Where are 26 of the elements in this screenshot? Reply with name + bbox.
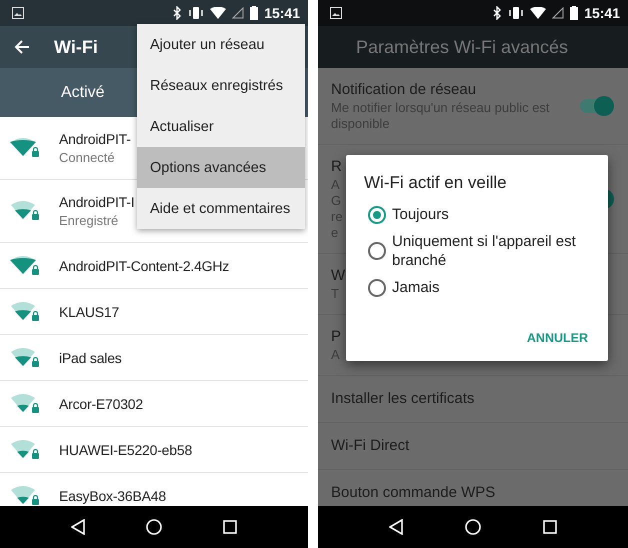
network-name: AndroidPIT-Content-2.4GHz <box>59 258 230 274</box>
setting-title: Installer les certificats <box>331 389 474 409</box>
network-name: HUAWEI-E5220-eb58 <box>59 442 192 458</box>
clock-time: 15:41 <box>584 5 620 21</box>
network-name: AndroidPIT- <box>59 131 131 147</box>
option-label: Uniquement si l'appareil est branché <box>392 232 577 270</box>
network-name: AndroidPIT-I <box>59 194 134 210</box>
network-status: Connecté <box>59 150 115 165</box>
option-label: Toujours <box>392 205 449 224</box>
option-label: Jamais <box>392 278 440 297</box>
setting-title: R <box>331 157 342 177</box>
dialog-title: Wi-Fi actif en veille <box>363 173 508 193</box>
network-name: KLAUS17 <box>59 304 120 320</box>
screen-title: Wi-Fi <box>54 36 98 58</box>
clock-time: 15:41 <box>264 5 300 21</box>
network-status: Enregistré <box>59 213 118 228</box>
setting-title: W <box>331 266 346 286</box>
screen-title: Paramètres Wi-Fi avancés <box>356 36 568 58</box>
switch-label: Activé <box>61 84 105 102</box>
setting-title: Bouton commande WPS <box>331 483 496 503</box>
setting-title: Notification de réseau <box>331 80 476 100</box>
setting-title: Wi-Fi Direct <box>331 436 410 456</box>
setting-title: P <box>331 327 342 347</box>
network-name: EasyBox-36BA48 <box>59 488 166 504</box>
network-name: iPad sales <box>59 350 122 366</box>
network-name: Arcor-E70302 <box>59 396 143 412</box>
